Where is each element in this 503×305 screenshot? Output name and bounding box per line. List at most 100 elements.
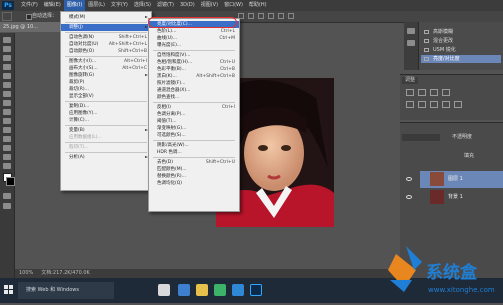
taskbar-search-box[interactable]: 搜索 Web 和 Windows [18, 282, 114, 299]
menu-1[interactable]: 编辑(E) [41, 0, 64, 11]
layer-visibility-eye-icon[interactable] [406, 177, 412, 181]
background-color-swatch[interactable] [6, 177, 15, 186]
menu-item[interactable]: 色调分离(P)... [149, 111, 239, 118]
blur-icon[interactable] [3, 145, 11, 151]
zoom-icon[interactable] [3, 163, 11, 169]
menu-item[interactable]: 画布大小(S)... Alt+Ctrl+C [61, 65, 151, 72]
menu-item[interactable]: 阈值(T)... [149, 118, 239, 125]
app-icon[interactable] [214, 284, 226, 296]
menu-6[interactable]: 滤镜(T) [154, 0, 177, 11]
menu-item[interactable]: 裁切(R)... [61, 86, 151, 93]
menu-item[interactable]: 通道混合器(X)... [149, 87, 239, 94]
menu-item[interactable]: 变量(B) [61, 127, 151, 134]
black-white-icon[interactable] [442, 101, 450, 108]
brightness-contrast-icon[interactable] [406, 89, 414, 96]
menu-7[interactable]: 3D(D) [177, 0, 198, 11]
menu-8[interactable]: 视图(V) [198, 0, 221, 11]
align-right-icon[interactable] [258, 13, 264, 19]
adjustments-tab[interactable]: 调整 [402, 77, 419, 84]
brush-icon[interactable] [3, 100, 11, 106]
file-explorer-icon[interactable] [196, 284, 208, 296]
marquee-icon[interactable] [3, 46, 11, 52]
menu-item[interactable]: 图像旋转(G) [61, 72, 151, 79]
menu-4[interactable]: 文字(Y) [108, 0, 131, 11]
menu-item[interactable]: 黑白(K)... Alt+Shift+Ctrl+B [149, 73, 239, 80]
menu-item[interactable]: 自动色调(N) Shift+Ctrl+L [61, 34, 151, 41]
menu-item[interactable]: 分析(A) [61, 154, 151, 161]
color-balance-icon[interactable] [430, 101, 438, 108]
menu-item[interactable]: 模式(M) [61, 14, 151, 21]
menu-item[interactable]: HDR 色调... [149, 149, 239, 156]
lasso-icon[interactable] [3, 55, 11, 61]
eyedropper-icon[interactable] [3, 82, 11, 88]
align-bottom-icon[interactable] [288, 13, 294, 19]
photoshop-taskbar-icon[interactable] [250, 284, 262, 296]
vibrance-icon[interactable] [406, 101, 414, 108]
menu-item[interactable]: 自动颜色(O) Shift+Ctrl+B [61, 48, 151, 55]
history-item[interactable]: 亮度/对比度 [421, 55, 501, 63]
history-item[interactable]: 高斯模糊 [421, 28, 501, 36]
gradient-icon[interactable] [3, 136, 11, 142]
menu-item[interactable]: 应用数据组(L)... [61, 134, 151, 141]
menu-item[interactable]: 自动对比度(U) Alt+Shift+Ctrl+L [61, 41, 151, 48]
menu-item[interactable]: 照片滤镜(F)... [149, 80, 239, 87]
menu-item[interactable]: 色阶(L)... Ctrl+L [149, 28, 239, 35]
hue-saturation-icon[interactable] [418, 101, 426, 108]
align-middle-icon[interactable] [278, 13, 284, 19]
align-center-icon[interactable] [248, 13, 254, 19]
menu-item[interactable]: 去色(D) Shift+Ctrl+U [149, 159, 239, 166]
menu-item[interactable]: 计算(C)... [61, 117, 151, 124]
blend-mode-select[interactable] [402, 134, 440, 141]
edge-browser-icon[interactable] [178, 284, 190, 296]
menu-9[interactable]: 窗口(W) [221, 0, 246, 11]
menu-item[interactable]: 调整(J) [61, 24, 151, 31]
layer-row[interactable]: 图层 1 [406, 171, 503, 188]
menu-3[interactable]: 图层(L) [85, 0, 108, 11]
menu-item[interactable]: 匹配颜色(M)... [149, 166, 239, 173]
clone-stamp-icon[interactable] [3, 109, 11, 115]
levels-icon[interactable] [418, 89, 426, 96]
menu-item[interactable]: 复制(D)... [61, 103, 151, 110]
menu-5[interactable]: 选择(S) [131, 0, 154, 11]
menu-item[interactable]: 图像大小(I)... Alt+Ctrl+I [61, 58, 151, 65]
history-brush-icon[interactable] [3, 118, 11, 124]
task-view-icon[interactable] [158, 284, 170, 296]
menu-item[interactable]: 色相/饱和度(H)... Ctrl+U [149, 59, 239, 66]
menu-item[interactable]: 阴影/高光(W)... [149, 142, 239, 149]
history-panel-icon[interactable] [407, 28, 415, 34]
curves-icon[interactable] [430, 89, 438, 96]
quick-select-icon[interactable] [3, 64, 11, 70]
menu-item[interactable]: 陷印(T)... [61, 144, 151, 151]
menu-item[interactable]: 应用图像(Y)... [61, 110, 151, 117]
quick-mask-icon[interactable] [3, 193, 11, 199]
properties-panel-icon[interactable] [407, 40, 415, 46]
hand-icon[interactable] [3, 154, 11, 160]
windows-start-icon[interactable] [4, 285, 14, 295]
zoom-level[interactable]: 100% [19, 270, 33, 276]
menu-item[interactable]: 裁剪(P) [61, 79, 151, 86]
menu-item[interactable]: 色调均化(Q) [149, 180, 239, 187]
layer-row[interactable]: 背景 1 [406, 189, 503, 206]
eraser-icon[interactable] [3, 127, 11, 133]
menu-item[interactable]: 曝光度(E)... [149, 42, 239, 49]
healing-brush-icon[interactable] [3, 91, 11, 97]
menu-item[interactable]: 渐变映射(G)... [149, 125, 239, 132]
menu-item[interactable]: 显示全部(V) [61, 93, 151, 100]
history-item[interactable]: USM 锐化 [421, 46, 501, 54]
screen-mode-icon[interactable] [3, 203, 11, 209]
menu-item[interactable]: 可选颜色(S)... [149, 132, 239, 139]
exposure-icon[interactable] [442, 89, 450, 96]
history-item[interactable]: 混合更改 [421, 37, 501, 45]
menu-2[interactable]: 图像(I) [63, 0, 86, 11]
menu-item[interactable]: 曲线(U)... Ctrl+M [149, 35, 239, 42]
crop-icon[interactable] [3, 73, 11, 79]
layer-visibility-eye-icon[interactable] [406, 195, 412, 199]
menu-item[interactable]: 自然饱和度(V)... [149, 52, 239, 59]
photo-filter-icon[interactable] [454, 101, 462, 108]
move-icon[interactable] [3, 37, 11, 43]
store-icon[interactable] [232, 284, 244, 296]
menu-item[interactable]: 色彩平衡(B)... Ctrl+B [149, 66, 239, 73]
menu-0[interactable]: 文件(F) [18, 0, 41, 11]
document-tab[interactable]: 25.jpg @ 10... [0, 22, 60, 32]
move-tool-icon[interactable] [2, 12, 12, 21]
